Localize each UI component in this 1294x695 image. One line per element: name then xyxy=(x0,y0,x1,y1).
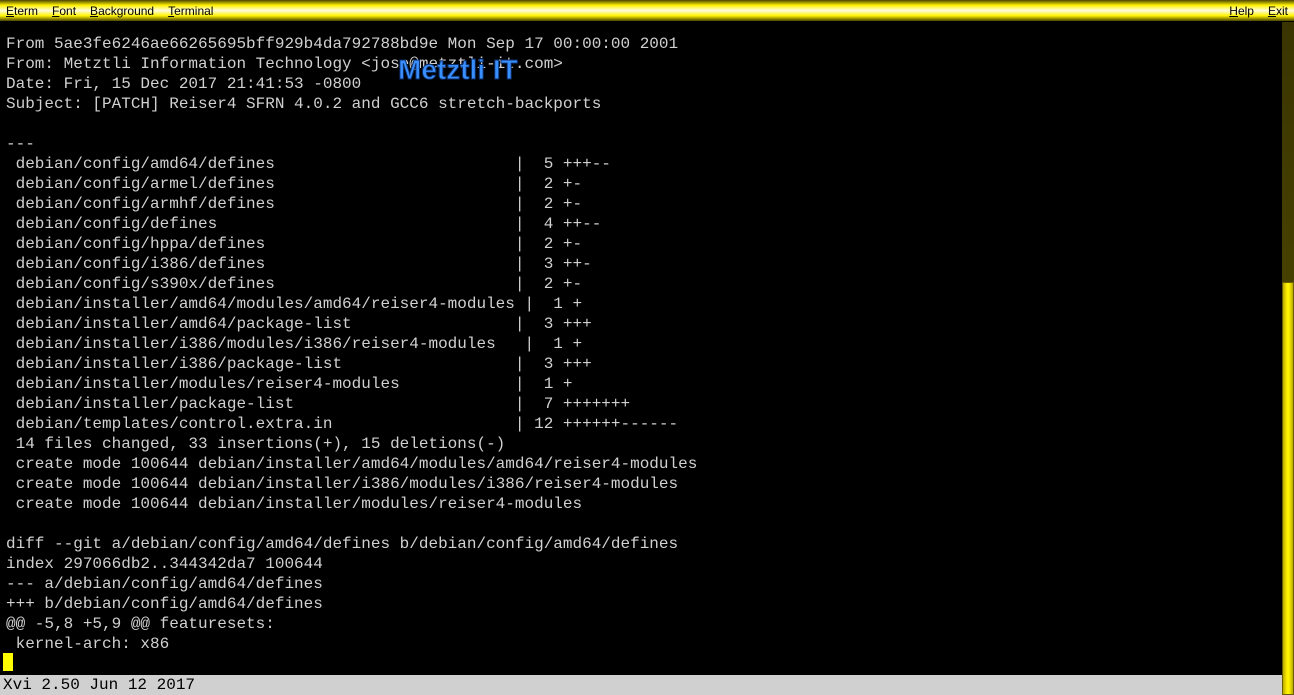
menubar-right: Help Exit xyxy=(1229,4,1288,18)
menubar: Eterm Font Background Terminal Help Exit xyxy=(0,0,1294,22)
text-cursor xyxy=(3,653,13,671)
menu-terminal[interactable]: Terminal xyxy=(168,4,213,18)
scrollbar[interactable] xyxy=(1282,22,1294,695)
editor-statusbar: Xvi 2.50 Jun 12 2017 xyxy=(0,675,1294,695)
menu-help[interactable]: Help xyxy=(1229,4,1254,18)
menubar-left: Eterm Font Background Terminal xyxy=(6,4,213,18)
scrollbar-thumb[interactable] xyxy=(1282,282,1294,695)
menu-background[interactable]: Background xyxy=(90,4,154,18)
menu-font[interactable]: Font xyxy=(52,4,76,18)
menu-exit[interactable]: Exit xyxy=(1268,4,1288,18)
eterm-window: Eterm Font Background Terminal Help Exit xyxy=(0,0,1294,695)
terminal-content[interactable]: From 5ae3fe6246ae66265695bff929b4da79278… xyxy=(3,22,1282,673)
menu-eterm[interactable]: Eterm xyxy=(6,4,38,18)
